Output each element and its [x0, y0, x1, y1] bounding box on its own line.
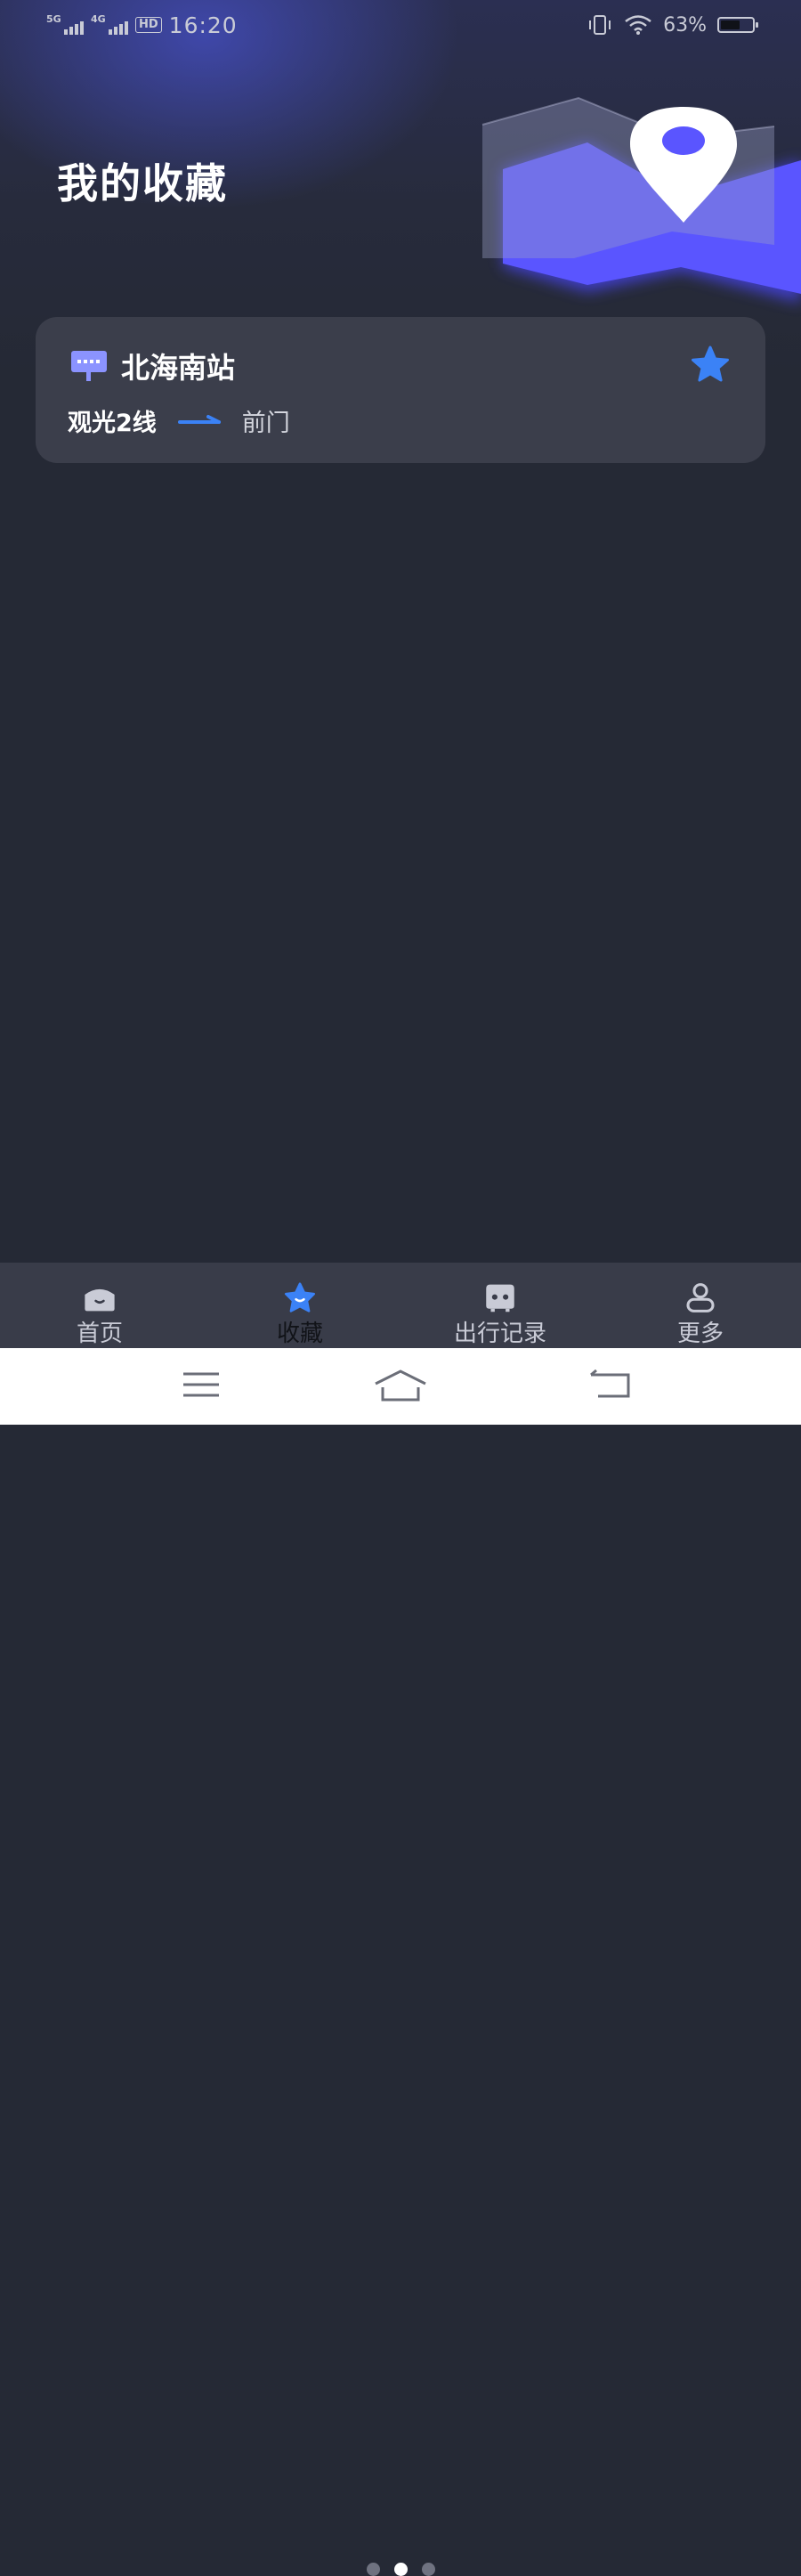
bus-stop-sign-icon — [71, 351, 107, 381]
status-bar: 5G 4G HD 16:20 63% — [0, 0, 801, 50]
page-dot — [422, 2563, 435, 2576]
direction-name: 前门 — [241, 409, 290, 437]
menu-icon[interactable] — [182, 1369, 221, 1400]
signal-5g-icon: 5G — [46, 13, 84, 35]
hd-badge: HD — [135, 17, 162, 33]
page-dot — [367, 2563, 380, 2576]
status-left: 5G 4G HD 16:20 — [46, 12, 238, 38]
bottom-tab-bar: 首页 收藏 出行记录 更多 — [0, 1263, 801, 2576]
tab-trip-history-label: 出行记录 — [453, 1321, 546, 1347]
route-info: 观光2线 前门 — [68, 399, 290, 442]
status-time: 16:20 — [168, 12, 238, 38]
tab-home-label: 首页 — [76, 1321, 123, 1347]
signal-5g-label: 5G — [46, 13, 61, 25]
vibrate-icon — [589, 15, 611, 35]
battery-icon — [717, 17, 758, 33]
favorite-star-button[interactable] — [689, 344, 732, 386]
page-dot-active — [394, 2563, 408, 2576]
page-indicator — [367, 2563, 435, 2576]
tab-favorites-label: 收藏 — [276, 1321, 323, 1347]
page-title: 我的收藏 — [57, 159, 228, 207]
line-name: 观光2线 — [68, 409, 157, 437]
bus-icon — [486, 1284, 514, 1312]
tab-trip-history[interactable]: 出行记录 — [420, 1263, 580, 1348]
tab-home[interactable]: 首页 — [20, 1263, 180, 1348]
home-nav-icon[interactable] — [374, 1369, 427, 1402]
star-icon — [284, 1282, 316, 1312]
tab-more-label: 更多 — [676, 1321, 724, 1347]
battery-fill — [721, 20, 740, 29]
battery-percent: 63% — [663, 13, 707, 37]
signal-4g-icon: 4G — [91, 13, 128, 35]
signal-4g-label: 4G — [91, 13, 106, 25]
tab-more[interactable]: 更多 — [620, 1263, 781, 1348]
system-navigation-bar — [0, 1348, 801, 1425]
back-icon[interactable] — [589, 1369, 632, 1400]
home-icon — [85, 1288, 115, 1312]
station-name: 北海南站 — [121, 351, 236, 385]
tab-favorites[interactable]: 收藏 — [220, 1263, 380, 1348]
map-location-illustration — [481, 96, 801, 303]
wifi-icon — [625, 15, 651, 35]
person-icon — [686, 1283, 715, 1312]
direction-arrow-icon — [177, 415, 221, 424]
favorite-card[interactable]: 北海南站 观光2线 前门 — [36, 317, 765, 463]
status-right: 63% — [587, 13, 758, 37]
